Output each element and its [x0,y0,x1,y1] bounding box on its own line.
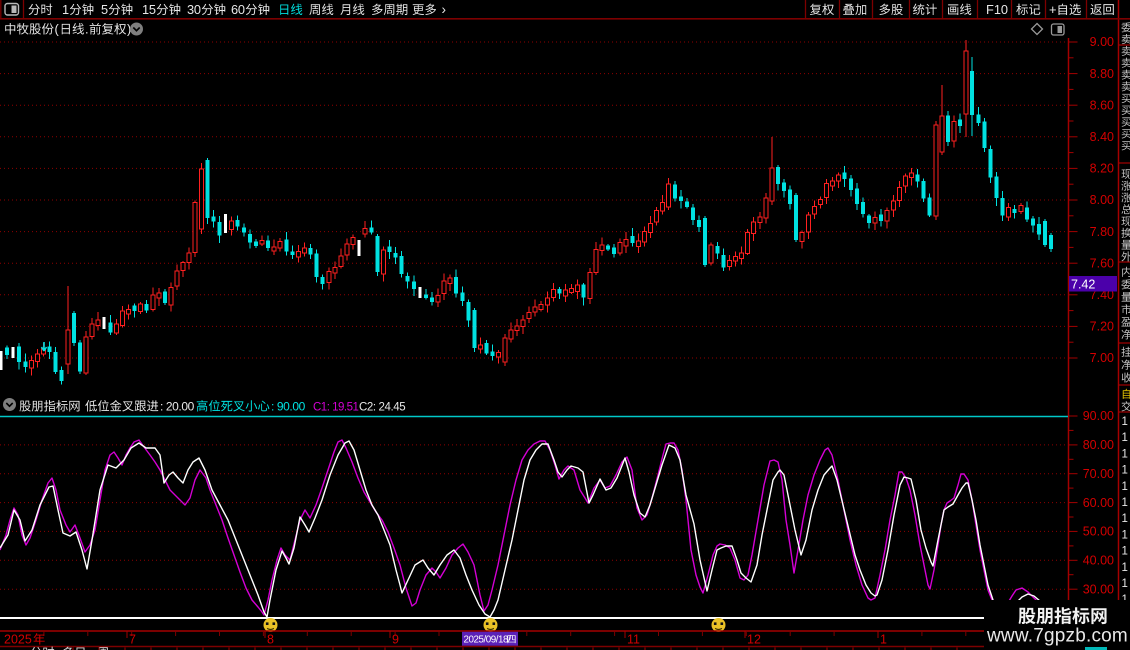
svg-text:2025/09/18/: 2025/09/18/ [464,635,512,646]
svg-text:2025: 2025 [4,633,32,647]
svg-text:1: 1 [62,2,69,17]
svg-text:8.80: 8.80 [1090,67,1114,81]
svg-text:9.00: 9.00 [1090,35,1114,49]
svg-text:1: 1 [1122,416,1128,428]
svg-text:8.20: 8.20 [1090,162,1114,176]
svg-text:8: 8 [267,633,274,647]
svg-text:.: . [85,22,89,37]
svg-text:40.00: 40.00 [1083,554,1114,568]
svg-text:8.60: 8.60 [1090,98,1114,112]
svg-text:5: 5 [101,2,108,17]
svg-text:+: + [1049,2,1056,17]
svg-text:7.42: 7.42 [1071,277,1095,291]
svg-text:C2: 24.45: C2: 24.45 [359,402,405,414]
svg-text:: 20.00: : 20.00 [160,400,195,414]
svg-text:F10: F10 [986,2,1008,17]
svg-text:C1: 19.51: C1: 19.51 [313,402,358,414]
svg-text:1: 1 [1122,546,1128,558]
svg-text:1: 1 [1122,497,1128,509]
svg-text:7: 7 [129,633,136,647]
svg-text:1: 1 [1122,562,1128,574]
svg-text:50.00: 50.00 [1083,525,1114,539]
svg-text:30.00: 30.00 [1083,582,1114,596]
svg-text:1: 1 [1122,448,1128,460]
svg-text:1: 1 [1122,529,1128,541]
svg-text:1: 1 [1122,513,1128,525]
svg-text:5: 5 [149,2,156,17]
svg-text:1: 1 [1122,465,1128,477]
svg-text:80.00: 80.00 [1083,438,1114,452]
svg-text:(: ( [55,22,60,37]
svg-text:90.00: 90.00 [1083,409,1114,423]
svg-text:9: 9 [392,633,399,647]
svg-text:1: 1 [1122,432,1128,444]
svg-text:›: › [442,2,447,17]
svg-text:1: 1 [1122,481,1128,493]
svg-text:8.40: 8.40 [1090,130,1114,144]
svg-text:11: 11 [627,633,640,647]
svg-text:8.00: 8.00 [1090,193,1114,207]
svg-text:0: 0 [194,2,201,17]
svg-text:12: 12 [747,633,761,647]
svg-text:7.60: 7.60 [1090,256,1114,270]
svg-text:1: 1 [1122,578,1128,590]
svg-text:0: 0 [238,2,245,17]
svg-text:60.00: 60.00 [1083,496,1114,510]
svg-text:www.7gpzb.com: www.7gpzb.com [986,626,1128,647]
svg-text:7.00: 7.00 [1090,351,1114,365]
svg-text:1: 1 [880,633,887,647]
svg-text:7.20: 7.20 [1090,320,1114,334]
svg-text:: 90.00: : 90.00 [271,400,306,414]
svg-text:7.80: 7.80 [1090,225,1114,239]
svg-text:70.00: 70.00 [1083,467,1114,481]
